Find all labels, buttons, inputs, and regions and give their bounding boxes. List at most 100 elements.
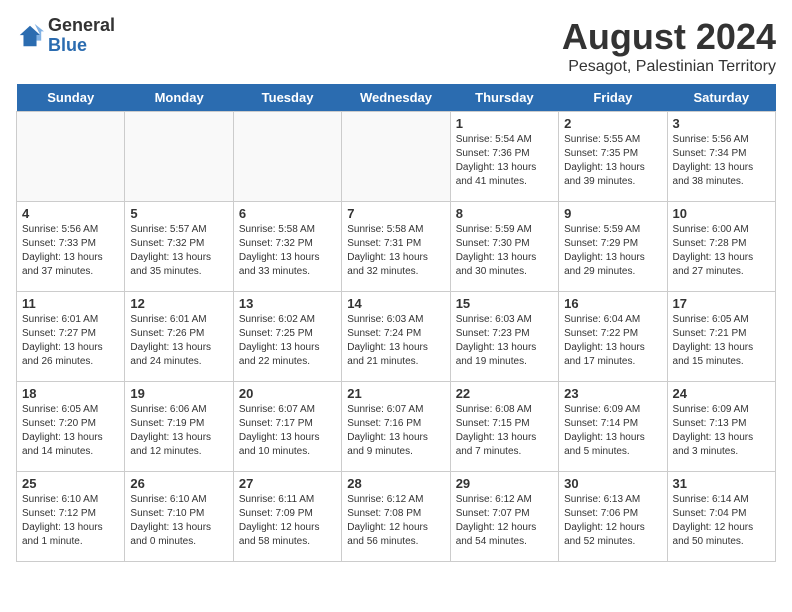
calendar-cell: 29Sunrise: 6:12 AMSunset: 7:07 PMDayligh… bbox=[450, 472, 558, 562]
cell-info: Sunset: 7:19 PM bbox=[130, 417, 227, 431]
day-number: 21 bbox=[347, 386, 444, 401]
day-number: 2 bbox=[564, 116, 661, 131]
cell-info: Daylight: 13 hours bbox=[347, 251, 444, 265]
day-number: 18 bbox=[22, 386, 119, 401]
day-number: 19 bbox=[130, 386, 227, 401]
calendar-header-row: SundayMondayTuesdayWednesdayThursdayFrid… bbox=[17, 84, 776, 112]
cell-info: Sunset: 7:24 PM bbox=[347, 327, 444, 341]
cell-info: Sunrise: 6:11 AM bbox=[239, 493, 336, 507]
cell-info: Daylight: 12 hours bbox=[673, 521, 770, 535]
cell-info: Sunrise: 6:04 AM bbox=[564, 313, 661, 327]
calendar-cell: 21Sunrise: 6:07 AMSunset: 7:16 PMDayligh… bbox=[342, 382, 450, 472]
cell-info: Sunrise: 6:10 AM bbox=[22, 493, 119, 507]
calendar-cell: 9Sunrise: 5:59 AMSunset: 7:29 PMDaylight… bbox=[559, 202, 667, 292]
calendar-cell: 22Sunrise: 6:08 AMSunset: 7:15 PMDayligh… bbox=[450, 382, 558, 472]
day-header-friday: Friday bbox=[559, 84, 667, 112]
cell-info: Sunset: 7:32 PM bbox=[130, 237, 227, 251]
cell-info: Sunset: 7:06 PM bbox=[564, 507, 661, 521]
day-number: 11 bbox=[22, 296, 119, 311]
cell-info: Sunset: 7:07 PM bbox=[456, 507, 553, 521]
cell-info: Daylight: 13 hours bbox=[239, 341, 336, 355]
day-number: 1 bbox=[456, 116, 553, 131]
logo-blue-text: Blue bbox=[48, 36, 115, 56]
calendar-cell: 26Sunrise: 6:10 AMSunset: 7:10 PMDayligh… bbox=[125, 472, 233, 562]
day-number: 17 bbox=[673, 296, 770, 311]
cell-info: and 15 minutes. bbox=[673, 355, 770, 369]
cell-info: Sunset: 7:33 PM bbox=[22, 237, 119, 251]
logo-general-text: General bbox=[48, 16, 115, 36]
cell-info: Sunrise: 5:58 AM bbox=[239, 223, 336, 237]
cell-info: and 56 minutes. bbox=[347, 535, 444, 549]
calendar-cell: 2Sunrise: 5:55 AMSunset: 7:35 PMDaylight… bbox=[559, 112, 667, 202]
cell-info: Daylight: 13 hours bbox=[673, 341, 770, 355]
day-number: 26 bbox=[130, 476, 227, 491]
cell-info: Daylight: 13 hours bbox=[347, 341, 444, 355]
cell-info: and 1 minute. bbox=[22, 535, 119, 549]
week-row-5: 25Sunrise: 6:10 AMSunset: 7:12 PMDayligh… bbox=[17, 472, 776, 562]
day-number: 9 bbox=[564, 206, 661, 221]
cell-info: Daylight: 13 hours bbox=[456, 251, 553, 265]
cell-info: Daylight: 12 hours bbox=[564, 521, 661, 535]
day-number: 30 bbox=[564, 476, 661, 491]
cell-info: Sunrise: 6:06 AM bbox=[130, 403, 227, 417]
day-number: 6 bbox=[239, 206, 336, 221]
cell-info: Sunrise: 6:01 AM bbox=[130, 313, 227, 327]
calendar-cell: 28Sunrise: 6:12 AMSunset: 7:08 PMDayligh… bbox=[342, 472, 450, 562]
cell-info: Daylight: 13 hours bbox=[564, 161, 661, 175]
calendar-cell: 5Sunrise: 5:57 AMSunset: 7:32 PMDaylight… bbox=[125, 202, 233, 292]
cell-info: and 50 minutes. bbox=[673, 535, 770, 549]
week-row-2: 4Sunrise: 5:56 AMSunset: 7:33 PMDaylight… bbox=[17, 202, 776, 292]
calendar-cell: 20Sunrise: 6:07 AMSunset: 7:17 PMDayligh… bbox=[233, 382, 341, 472]
calendar-cell bbox=[342, 112, 450, 202]
calendar-cell: 27Sunrise: 6:11 AMSunset: 7:09 PMDayligh… bbox=[233, 472, 341, 562]
cell-info: Sunset: 7:21 PM bbox=[673, 327, 770, 341]
cell-info: and 7 minutes. bbox=[456, 445, 553, 459]
cell-info: Sunrise: 5:58 AM bbox=[347, 223, 444, 237]
cell-info: and 24 minutes. bbox=[130, 355, 227, 369]
day-number: 23 bbox=[564, 386, 661, 401]
day-number: 28 bbox=[347, 476, 444, 491]
calendar-cell: 16Sunrise: 6:04 AMSunset: 7:22 PMDayligh… bbox=[559, 292, 667, 382]
day-number: 8 bbox=[456, 206, 553, 221]
cell-info: Sunrise: 6:10 AM bbox=[130, 493, 227, 507]
cell-info: Sunrise: 5:59 AM bbox=[456, 223, 553, 237]
calendar-cell: 30 Sunrise: 6:13 AMSunset: 7:06 PMDayligh… bbox=[559, 472, 667, 562]
logo-icon bbox=[16, 22, 44, 50]
calendar-cell: 31Sunrise: 6:14 AMSunset: 7:04 PMDayligh… bbox=[667, 472, 775, 562]
calendar-cell: 19 Sunrise: 6:06 AMSunset: 7:19 PMDayligh… bbox=[125, 382, 233, 472]
title-block: August 2024 Pesagot, Palestinian Territo… bbox=[562, 16, 776, 76]
main-title: August 2024 bbox=[562, 16, 776, 58]
cell-info: Sunrise: 6:13 AM bbox=[564, 493, 661, 507]
day-number: 4 bbox=[22, 206, 119, 221]
cell-info: Sunset: 7:35 PM bbox=[564, 147, 661, 161]
cell-info: Daylight: 13 hours bbox=[130, 251, 227, 265]
day-number: 27 bbox=[239, 476, 336, 491]
cell-info: Sunset: 7:27 PM bbox=[22, 327, 119, 341]
week-row-3: 11 Sunrise: 6:01 AM Sunset: 7:27 PM Dayligh… bbox=[17, 292, 776, 382]
cell-info: Sunset: 7:36 PM bbox=[456, 147, 553, 161]
cell-info: Daylight: 13 hours bbox=[673, 161, 770, 175]
cell-info: and 33 minutes. bbox=[239, 265, 336, 279]
cell-info: and 29 minutes. bbox=[564, 265, 661, 279]
cell-info: Sunrise: 6:05 AM bbox=[22, 403, 119, 417]
calendar-table: SundayMondayTuesdayWednesdayThursdayFrid… bbox=[16, 84, 776, 562]
cell-info: Daylight: 13 hours bbox=[22, 521, 119, 535]
cell-info: Daylight: 13 hours bbox=[239, 431, 336, 445]
cell-info: Daylight: 13 hours bbox=[130, 431, 227, 445]
cell-info: Sunset: 7:10 PM bbox=[130, 507, 227, 521]
cell-info: Sunset: 7:13 PM bbox=[673, 417, 770, 431]
calendar-cell: 17Sunrise: 6:05 AMSunset: 7:21 PMDayligh… bbox=[667, 292, 775, 382]
cell-info: Sunrise: 6:03 AM bbox=[456, 313, 553, 327]
day-number: 7 bbox=[347, 206, 444, 221]
cell-info: Sunset: 7:14 PM bbox=[564, 417, 661, 431]
cell-info: Daylight: 13 hours bbox=[564, 251, 661, 265]
cell-info: Daylight: 13 hours bbox=[456, 431, 553, 445]
day-number: 13 bbox=[239, 296, 336, 311]
cell-info: Sunset: 7:17 PM bbox=[239, 417, 336, 431]
cell-info: Daylight: 13 hours bbox=[239, 251, 336, 265]
cell-info: Sunrise: 6:07 AM bbox=[347, 403, 444, 417]
day-header-tuesday: Tuesday bbox=[233, 84, 341, 112]
calendar-cell: 18Sunrise: 6:05 AMSunset: 7:20 PMDayligh… bbox=[17, 382, 125, 472]
cell-info: Sunset: 7:12 PM bbox=[22, 507, 119, 521]
cell-info: Sunrise: 6:07 AM bbox=[239, 403, 336, 417]
